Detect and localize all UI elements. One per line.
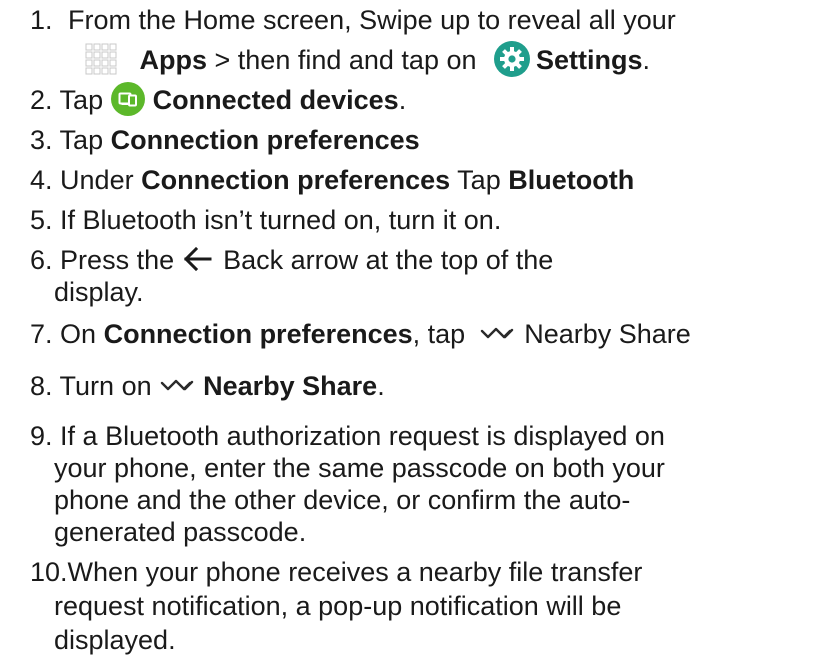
- step-text: When your phone receives a nearby file t…: [67, 557, 643, 587]
- step-number: 7.: [30, 319, 53, 349]
- bold-term: Connection preferences: [141, 165, 451, 195]
- bold-term: Apps: [139, 45, 208, 76]
- step-number: 6.: [30, 245, 53, 275]
- step-text: .: [642, 45, 651, 76]
- step-text: phone and the other device, or confirm t…: [54, 485, 631, 515]
- step-text: generated passcode.: [54, 517, 307, 547]
- step-3: 3. Tap Connection preferences: [30, 124, 420, 156]
- step-text: If Bluetooth isn’t turned on, turn it on…: [60, 205, 502, 235]
- step-9-line-2: your phone, enter the same passcode on b…: [54, 452, 665, 484]
- back-arrow-icon: [182, 245, 216, 273]
- step-text: Tap: [59, 85, 111, 115]
- step-text: On: [60, 319, 104, 349]
- step-1-line-2: Apps > then find and tap on Settings.: [84, 41, 651, 80]
- bold-term: Bluetooth: [508, 165, 635, 195]
- step-9-line-4: generated passcode.: [54, 516, 306, 548]
- step-4: 4. Under Connection preferences Tap Blue…: [30, 164, 634, 196]
- step-number: 3.: [30, 125, 53, 155]
- step-9-line-3: phone and the other device, or confirm t…: [54, 484, 630, 516]
- bold-term: Connection preferences: [103, 319, 413, 349]
- step-text: Press the: [60, 245, 182, 275]
- step-text: .: [398, 85, 407, 115]
- step-text: .: [377, 371, 385, 401]
- step-6-line-2: display.: [54, 276, 144, 308]
- bold-term: Nearby Share: [203, 371, 378, 401]
- step-number: 8.: [30, 371, 53, 401]
- bold-term: Connected devices: [152, 85, 399, 115]
- step-9-line-1: 9. If a Bluetooth authorization request …: [30, 420, 665, 452]
- step-text: request notification, a pop-up notificat…: [54, 591, 622, 621]
- step-10-line-1: 10.When your phone receives a nearby fil…: [30, 556, 642, 588]
- step-number: 4.: [30, 165, 53, 195]
- step-text: Tap: [59, 125, 111, 155]
- step-text: Under: [60, 165, 142, 195]
- step-number: 10.: [30, 557, 68, 587]
- settings-gear-icon: [494, 41, 530, 77]
- step-7: 7. On Connection preferences, tap Nearby…: [30, 318, 691, 350]
- step-text: , tap: [412, 319, 473, 349]
- step-number: 1.: [30, 5, 53, 35]
- step-text: > then find and tap on: [207, 45, 484, 76]
- step-text: display.: [54, 277, 144, 307]
- step-text: Nearby Share: [516, 319, 691, 349]
- step-text: Tap: [450, 165, 509, 195]
- step-1-line-1: 1. From the Home screen, Swipe up to reve…: [30, 4, 676, 36]
- apps-grid-icon: [84, 42, 118, 76]
- step-text: displayed.: [54, 625, 176, 655]
- step-8: 8. Turn on Nearby Share.: [30, 370, 385, 402]
- step-10-line-2: request notification, a pop-up notificat…: [54, 590, 621, 622]
- step-number: 9.: [30, 421, 53, 451]
- step-10-line-3: displayed.: [54, 624, 176, 656]
- step-text: If a Bluetooth authorization request is …: [60, 421, 665, 451]
- step-text: your phone, enter the same passcode on b…: [54, 453, 665, 483]
- step-2: 2. Tap Connected devices.: [30, 81, 407, 119]
- step-text: Back arrow at the top of the: [215, 245, 554, 275]
- bold-term: Settings: [536, 45, 643, 76]
- step-number: 2.: [30, 85, 53, 115]
- instructions-document: 1. From the Home screen, Swipe up to reve…: [0, 0, 820, 668]
- step-text: Turn on: [59, 371, 160, 401]
- step-text: From the Home screen, Swipe up to reveal…: [68, 5, 676, 35]
- nearby-share-icon: [159, 374, 197, 396]
- connected-devices-icon: [110, 81, 145, 116]
- nearby-share-icon: [479, 322, 517, 344]
- step-5: 5. If Bluetooth isn’t turned on, turn it…: [30, 204, 501, 236]
- bold-term: Connection preferences: [110, 125, 420, 155]
- step-6-line-1: 6. Press the Back arrow at the top of th…: [30, 244, 553, 276]
- step-number: 5.: [30, 205, 53, 235]
